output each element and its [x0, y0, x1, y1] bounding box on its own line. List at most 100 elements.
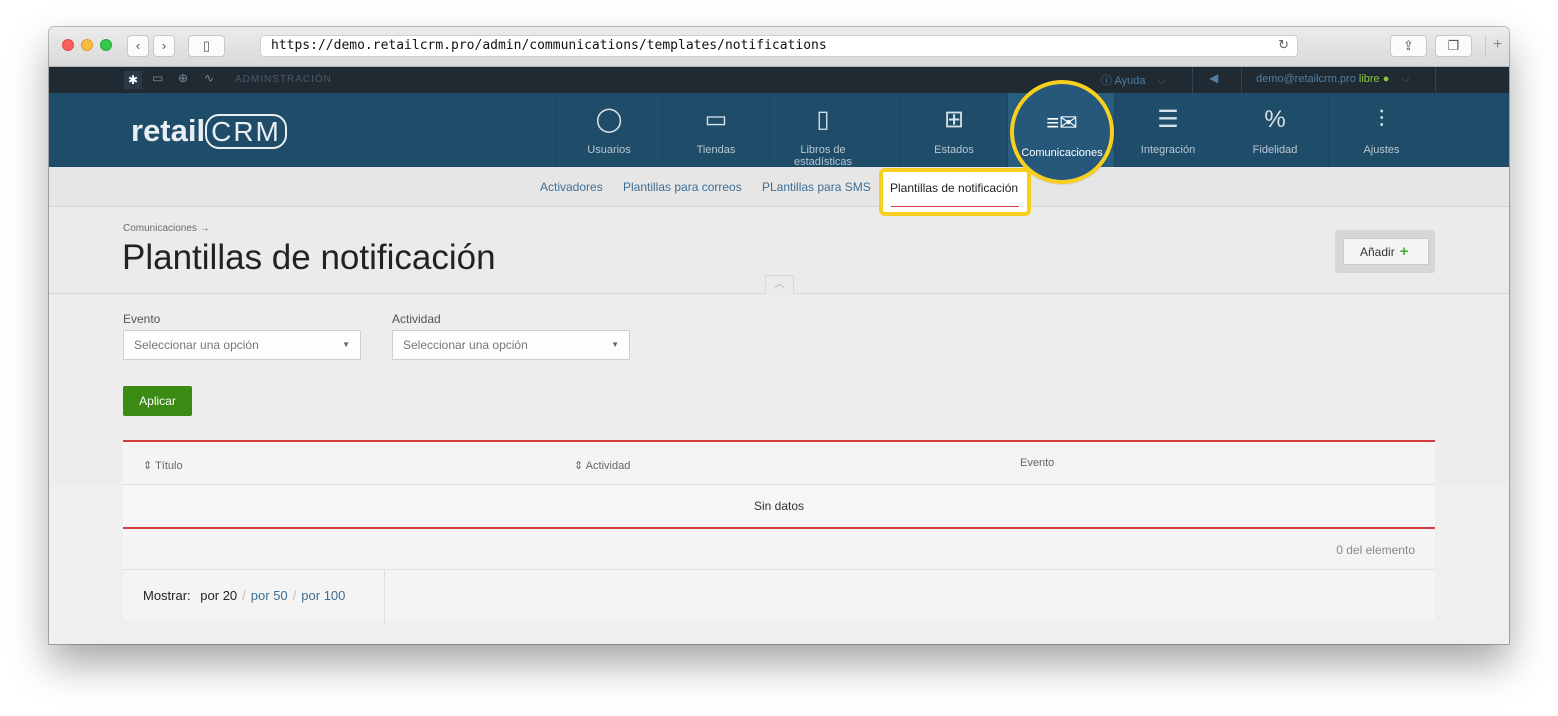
page-size-50[interactable]: por 50: [251, 588, 288, 603]
separator: /: [292, 588, 297, 603]
caret-down-icon: ▼: [342, 340, 350, 349]
user-icon: ◯: [595, 106, 623, 133]
nav-label: Fidelidad: [1252, 144, 1298, 156]
empty-row: Sin datos: [123, 484, 1435, 529]
url-text: https://demo.retailcrm.pro/admin/communi…: [271, 38, 827, 53]
maximize-window-button[interactable]: [100, 39, 112, 51]
item-count: 0 del elemento: [1336, 543, 1415, 557]
nav-item-libros[interactable]: ▯ Libros de estadísticas: [769, 93, 876, 168]
logo-text: retail: [131, 113, 206, 148]
page-title: Plantillas de notificación: [122, 238, 496, 277]
reload-icon[interactable]: ↻: [1278, 36, 1289, 56]
pagination-bar: Mostrar: por 20 / por 50 / por 100: [123, 569, 1435, 623]
add-button[interactable]: Añadir +: [1343, 238, 1429, 265]
collapse-header-toggle[interactable]: ︿: [765, 275, 794, 295]
nav-item-usuarios[interactable]: ◯ Usuarios: [555, 93, 662, 167]
close-window-button[interactable]: [62, 39, 74, 51]
user-email: demo@retailcrm.pro: [1256, 73, 1356, 85]
sidebar-toggle-icon[interactable]: ▯: [188, 35, 225, 57]
browser-toolbar: ‹ › ▯ https://demo.retailcrm.pro/admin/c…: [49, 27, 1509, 67]
plus-icon: +: [1399, 243, 1409, 260]
integration-icon: ☰: [1157, 106, 1179, 133]
nav-label: Integración: [1140, 144, 1196, 156]
analytics-icon[interactable]: ∿: [204, 71, 214, 85]
subnav-active-label: Plantillas de notificación: [890, 181, 1019, 195]
sort-icon: ⇕: [143, 460, 156, 472]
add-label: Añadir: [1360, 245, 1395, 259]
divider: [1241, 67, 1242, 93]
nav-label: Libros de estadísticas: [793, 144, 853, 168]
column-header-evento: Evento: [1020, 457, 1055, 469]
show-label: Mostrar:: [143, 588, 191, 603]
logo-crm: CRM: [205, 114, 287, 149]
nav-item-ajustes[interactable]: ⫶ Ajustes: [1328, 93, 1435, 167]
help-icon: ⓘ: [1101, 75, 1115, 87]
book-icon: ▯: [816, 106, 830, 133]
status-dot-icon: ●: [1382, 73, 1390, 85]
page-size-100[interactable]: por 100: [301, 588, 345, 603]
page-size-selector: Mostrar: por 20 / por 50 / por 100: [123, 570, 385, 623]
help-label: Ayuda: [1114, 75, 1146, 87]
separator: /: [242, 588, 246, 603]
user-menu[interactable]: demo@retailcrm.pro libre ● ⌵: [1256, 73, 1410, 86]
sort-icon: ⇕: [574, 460, 586, 472]
minimize-window-button[interactable]: [81, 39, 93, 51]
help-menu[interactable]: ⓘ Ayuda ⌵: [1101, 72, 1166, 88]
nav-label: Usuarios: [587, 144, 631, 156]
column-label: Título: [155, 460, 183, 472]
percent-tag-icon: %: [1264, 106, 1286, 133]
grid-icon: ⊞: [943, 106, 965, 133]
actividad-select[interactable]: Seleccionar una opción ▼: [392, 330, 630, 360]
share-icon[interactable]: ⇪: [1390, 35, 1427, 57]
megaphone-icon[interactable]: ◀: [1209, 71, 1218, 85]
browser-window: ‹ › ▯ https://demo.retailcrm.pro/admin/c…: [49, 27, 1509, 644]
column-header-titulo[interactable]: ⇕ Título: [143, 459, 183, 472]
nav-label: Estados: [934, 144, 974, 156]
subnav-plantillas-notificacion[interactable]: Plantillas de notificación: [879, 168, 1031, 216]
nav-label: Ajustes: [1363, 144, 1400, 156]
user-status: libre: [1358, 73, 1380, 85]
subnav-activadores[interactable]: Activadores: [540, 180, 603, 194]
sliders-icon: ⫶: [1378, 106, 1385, 133]
templates-table: ⇕ Título ⇕ Actividad Evento Sin datos 0 …: [123, 440, 1435, 623]
admin-label: ADMINSTRACIÓN: [235, 74, 332, 85]
back-icon[interactable]: ‹: [127, 35, 149, 57]
add-button-wrapper: Añadir +: [1335, 230, 1435, 273]
tabs-icon[interactable]: ❐: [1435, 35, 1472, 57]
column-label: Actividad: [585, 460, 631, 472]
cart-icon[interactable]: ▭: [152, 71, 163, 85]
divider: [1192, 67, 1193, 93]
nav-item-integracion[interactable]: ☰ Integración: [1114, 93, 1221, 167]
chevron-down-icon: ⌵: [1157, 75, 1166, 87]
nav-item-estados[interactable]: ⊞ Estados: [900, 93, 1007, 167]
evento-label: Evento: [123, 312, 161, 326]
address-bar[interactable]: https://demo.retailcrm.pro/admin/communi…: [260, 35, 1298, 57]
nav-item-tiendas[interactable]: ▭ Tiendas: [662, 93, 769, 167]
caret-down-icon: ▼: [611, 340, 619, 349]
main-nav: retail CRM ◯ Usuarios ▭ Tiendas ▯ Libros …: [49, 93, 1509, 168]
actividad-label: Actividad: [392, 312, 441, 326]
apply-button[interactable]: Aplicar: [123, 386, 192, 416]
new-tab-icon[interactable]: +: [1485, 35, 1509, 57]
evento-select[interactable]: Seleccionar una opción ▼: [123, 330, 361, 360]
subnav-plantillas-sms[interactable]: PLantillas para SMS: [762, 180, 871, 194]
highlight-label: Comunicaciones: [1021, 147, 1103, 159]
chevron-down-icon: ⌵: [1401, 73, 1410, 85]
active-underline: [891, 206, 1019, 207]
nav-label: Tiendas: [696, 144, 736, 156]
forward-icon[interactable]: ›: [153, 35, 175, 57]
support-icon[interactable]: ⊕: [178, 71, 188, 85]
sub-nav: Activadores Plantillas para correos PLan…: [49, 167, 1509, 207]
breadcrumb[interactable]: Comunicaciones →: [123, 223, 210, 234]
column-header-actividad[interactable]: ⇕ Actividad: [574, 459, 630, 472]
page-size-20[interactable]: por 20: [200, 588, 237, 603]
retailcrm-logo[interactable]: retail CRM: [131, 113, 287, 149]
chevron-up-icon: ︿: [774, 279, 785, 290]
nav-item-fidelidad[interactable]: % Fidelidad: [1221, 93, 1328, 167]
gear-icon[interactable]: ✱: [124, 71, 142, 89]
divider: [1435, 67, 1436, 93]
envelope-icon: ≡✉: [1046, 110, 1078, 135]
store-icon: ▭: [704, 106, 728, 133]
subnav-plantillas-correos[interactable]: Plantillas para correos: [623, 180, 742, 194]
actividad-select-value: Seleccionar una opción: [403, 338, 528, 352]
